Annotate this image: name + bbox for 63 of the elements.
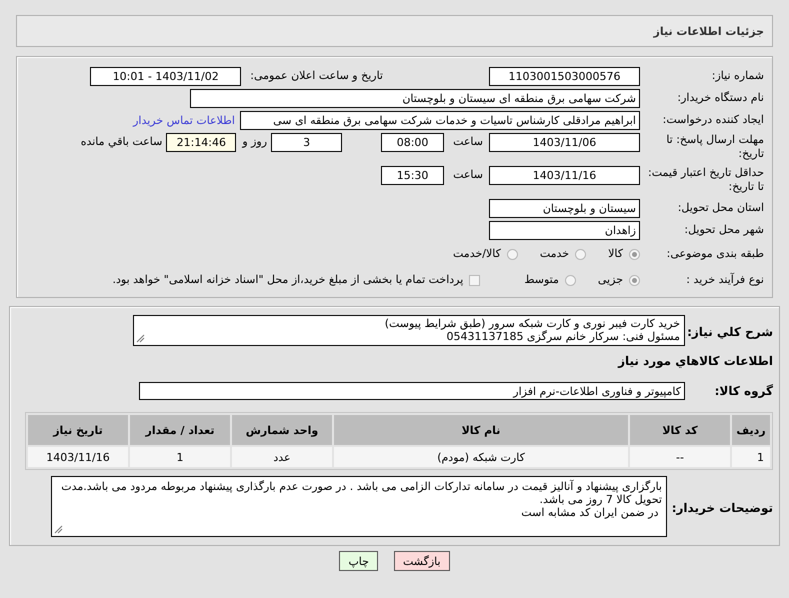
- time-field[interactable]: 08:00: [381, 133, 444, 152]
- field-label: استان محل تحویل:: [676, 201, 764, 215]
- radio-button[interactable]: [629, 274, 640, 286]
- description-field[interactable]: خرید کارت فیبر نوری و کارت شبکه سرور (طبق شرایط پیوست) مسئول فنی: سرکار خانم سرگزی 05431137185: [133, 315, 685, 346]
- option-label: خدمت: [540, 247, 570, 261]
- table-cell: 1403/11/16: [28, 447, 128, 467]
- field-label: ساعت: [453, 168, 483, 182]
- section-heading: اطلاعات کالاهاي مورد نياز: [618, 354, 774, 368]
- field-label: شماره نیاز:: [710, 69, 764, 83]
- resize-grip-icon[interactable]: [54, 525, 63, 534]
- text-field[interactable]: شرکت سهامی برق منطقه ای سیستان و بلوچستان: [190, 88, 640, 108]
- field-label: گروه کالا:: [714, 384, 774, 398]
- date-field[interactable]: 1403/11/06: [489, 133, 640, 152]
- table-cell: عدد: [232, 447, 332, 467]
- radio-button[interactable]: [506, 248, 518, 260]
- table-cell: کارت شبکه (مودم): [334, 447, 628, 467]
- field-label: روز و: [242, 135, 268, 149]
- print-button[interactable]: چاپ: [339, 551, 378, 571]
- back-button[interactable]: بازگشت: [394, 551, 450, 571]
- buyer-notes-field[interactable]: بارگزاری پیشنهاد و آنالیز قیمت در سامانه تدارکات الزامی می باشد . در صورت عدم بارگذاری پیشنهاد مربوطه مردود می باشد.مدت تحویل کالا 7 روز می باشد. در ضمن ایران کد مشابه است: [51, 476, 667, 537]
- field-label: تاریخ و ساعت اعلان عمومی:: [250, 69, 383, 83]
- field-label: ایجاد کننده درخواست:: [662, 113, 764, 127]
- option-label: متوسط: [524, 273, 559, 287]
- column-header: واحد شمارش: [232, 415, 332, 445]
- column-header: تعداد / مقدار: [130, 415, 230, 445]
- field-label: شرح کلي نياز:: [686, 325, 774, 339]
- column-header: تاریخ نیاز: [28, 415, 128, 445]
- text-field[interactable]: 1403/11/02 - 10:01: [90, 66, 242, 86]
- date-field[interactable]: 1403/11/16: [489, 166, 640, 185]
- table-cell: --: [630, 447, 730, 467]
- option-label: پرداخت تمام یا بخشی از مبلغ خرید،از محل "اسناد خزانه اسلامی" خواهد بود.: [112, 273, 464, 287]
- field-label: حداقل تاریخ اعتبار قیمت: تا تاریخ:: [647, 166, 764, 194]
- field-label: توضیحات خریدار:: [670, 501, 774, 515]
- column-header: کد کالا: [630, 415, 730, 445]
- text-field[interactable]: 3: [271, 133, 342, 152]
- text-field[interactable]: ابراهیم مرادقلی کارشناس تاسیات و خدمات شرکت سهامی برق منطقه ای سی: [240, 110, 640, 130]
- column-header: نام کالا: [334, 415, 628, 445]
- field-label: طبقه بندی موضوعی:: [666, 247, 764, 261]
- field-label: نوع فرآیند خرید :: [685, 273, 764, 287]
- radio-button[interactable]: [564, 274, 576, 286]
- table-cell: 1: [130, 447, 230, 467]
- resize-grip-icon[interactable]: [136, 334, 145, 343]
- radio-button[interactable]: [575, 248, 586, 260]
- text-field[interactable]: سیستان و بلوچستان: [489, 198, 640, 218]
- time-field[interactable]: 15:30: [381, 166, 444, 185]
- option-label: جزیی: [598, 273, 623, 287]
- radio-button[interactable]: [629, 248, 640, 260]
- buyer-contact-link[interactable]: اطلاعات تماس خریدار: [133, 114, 235, 126]
- checkbox[interactable]: [469, 274, 480, 286]
- table-cell: 1: [732, 447, 770, 467]
- column-header: ردیف: [732, 415, 770, 445]
- text-field[interactable]: زاهدان: [489, 220, 640, 240]
- text-field[interactable]: 1103001503000576: [489, 66, 640, 86]
- field-label: ساعت باقي مانده: [80, 135, 162, 149]
- option-label: کالا/خدمت: [453, 247, 501, 261]
- field-label: نام دستگاه خریدار:: [676, 91, 764, 105]
- countdown-field[interactable]: 21:14:46: [166, 133, 236, 152]
- option-label: کالا: [608, 247, 623, 261]
- text-field[interactable]: کامپیوتر و فناوری اطلاعات-نرم افزار: [139, 382, 685, 400]
- field-label: شهر محل تحویل:: [683, 223, 764, 237]
- field-label: مهلت ارسال پاسخ: تا تاریخ:: [665, 133, 764, 161]
- page-header: جزئیات اطلاعات نیاز: [16, 15, 773, 47]
- field-label: ساعت: [453, 135, 483, 149]
